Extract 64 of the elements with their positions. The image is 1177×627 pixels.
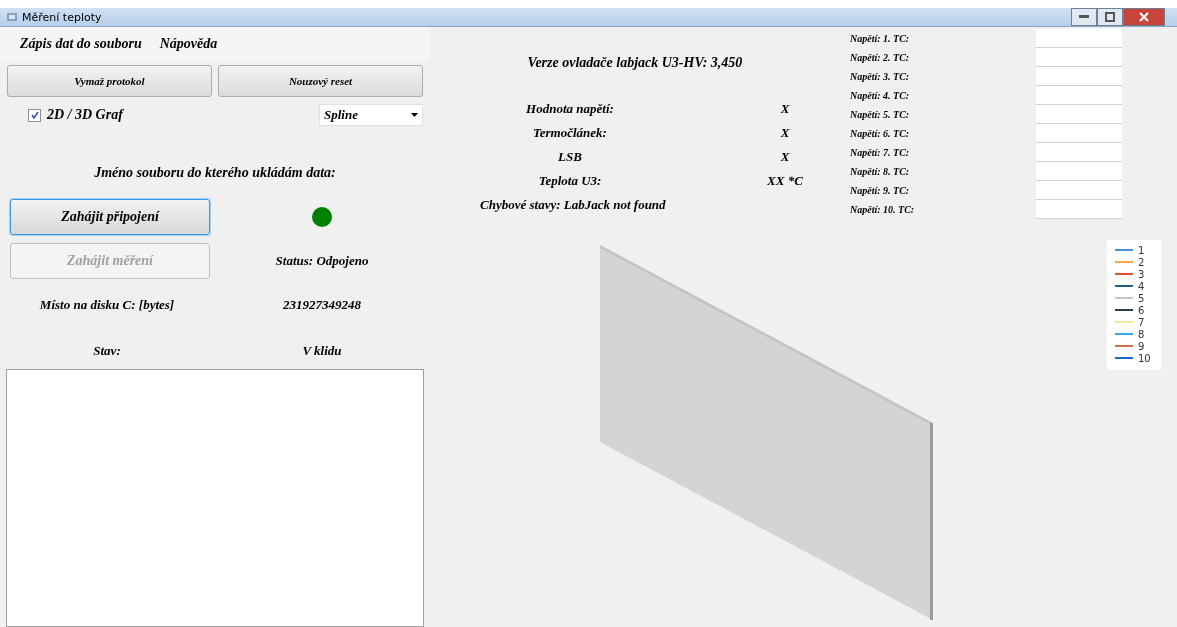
tc-field[interactable]	[1036, 162, 1122, 181]
legend-label: 8	[1138, 328, 1145, 340]
tc-label: Napětí: 10. TC:	[849, 204, 916, 215]
action-button[interactable]: Nouzový reset	[218, 65, 423, 97]
checkbox[interactable]	[28, 108, 41, 122]
tc-label: Napětí: 2. TC:	[849, 52, 911, 63]
legend-label: 10	[1138, 352, 1151, 364]
state-value: V klidu	[302, 343, 342, 359]
reading-label: Hodnota napětí:	[526, 101, 614, 117]
disk-value: 231927349248	[283, 297, 361, 313]
tc-label: Napětí: 5. TC:	[849, 109, 911, 120]
close-button[interactable]	[1123, 8, 1165, 26]
tc-label: Napětí: 4. TC:	[849, 90, 911, 101]
error-state: Chybové stavy: LabJack not found	[479, 197, 666, 213]
legend-label: 1	[1138, 244, 1145, 256]
legend-label: 9	[1138, 340, 1145, 352]
window-title: Měření teploty	[22, 10, 102, 24]
tc-field[interactable]	[1036, 86, 1122, 105]
state-label: Stav:	[93, 343, 121, 359]
menu-item[interactable]: Zápis dat do souboru	[20, 36, 142, 52]
tc-field[interactable]	[1036, 200, 1122, 219]
tc-label: Napětí: 7. TC:	[849, 147, 911, 158]
maximize-button[interactable]	[1097, 8, 1123, 26]
chart-type-dropdown[interactable]: Spline	[319, 104, 423, 126]
legend-label: 5	[1138, 292, 1145, 304]
tc-field[interactable]	[1036, 48, 1122, 67]
connect-button[interactable]: Zahájit připojení	[10, 199, 210, 235]
driver-version: Verze ovladače labjack U3-HV: 3,450	[526, 54, 744, 71]
status-text: Status: Odpojeno	[275, 253, 369, 269]
legend-label: 3	[1138, 268, 1145, 280]
tc-field[interactable]	[1036, 181, 1122, 200]
log-area[interactable]	[6, 369, 424, 627]
tc-field[interactable]	[1036, 29, 1122, 48]
reading-label: LSB	[558, 149, 582, 165]
reading-value: X	[780, 101, 790, 117]
tc-label: Napětí: 8. TC:	[849, 166, 911, 177]
tc-field[interactable]	[1036, 124, 1122, 143]
tc-label: Napětí: 9. TC:	[849, 185, 911, 196]
legend-label: 6	[1138, 304, 1145, 316]
minimize-icon	[1079, 15, 1089, 19]
app-icon	[6, 11, 18, 23]
tc-field[interactable]	[1036, 67, 1122, 86]
tc-label: Napětí: 6. TC:	[849, 128, 911, 139]
checkbox-label: 2D / 3D Graf	[47, 107, 123, 123]
reading-value: X	[780, 149, 790, 165]
tc-label: Napětí: 1. TC:	[849, 33, 911, 44]
maximize-icon	[1105, 12, 1115, 22]
action-button[interactable]: Vymaž protokol	[7, 65, 212, 97]
file-name-label: Jméno souboru do kterého ukládám data:	[93, 164, 337, 181]
reading-label: Teplota U3:	[538, 173, 602, 189]
tc-label: Napětí: 3. TC:	[849, 71, 911, 82]
legend-label: 7	[1138, 316, 1145, 328]
minimize-button[interactable]	[1071, 8, 1097, 26]
reading-value: XX *C	[767, 173, 803, 189]
reading-value: X	[780, 125, 790, 141]
disk-label: Místo na disku C: [bytes]	[39, 297, 175, 313]
menu-item[interactable]: Nápověda	[159, 36, 218, 52]
tc-field[interactable]	[1036, 143, 1122, 162]
close-icon	[1139, 12, 1149, 22]
legend-label: 2	[1138, 256, 1145, 268]
tc-field[interactable]	[1036, 105, 1122, 124]
caret-icon	[411, 113, 418, 117]
reading-label: Termočlánek:	[533, 125, 607, 141]
legend-label: 4	[1138, 280, 1145, 292]
